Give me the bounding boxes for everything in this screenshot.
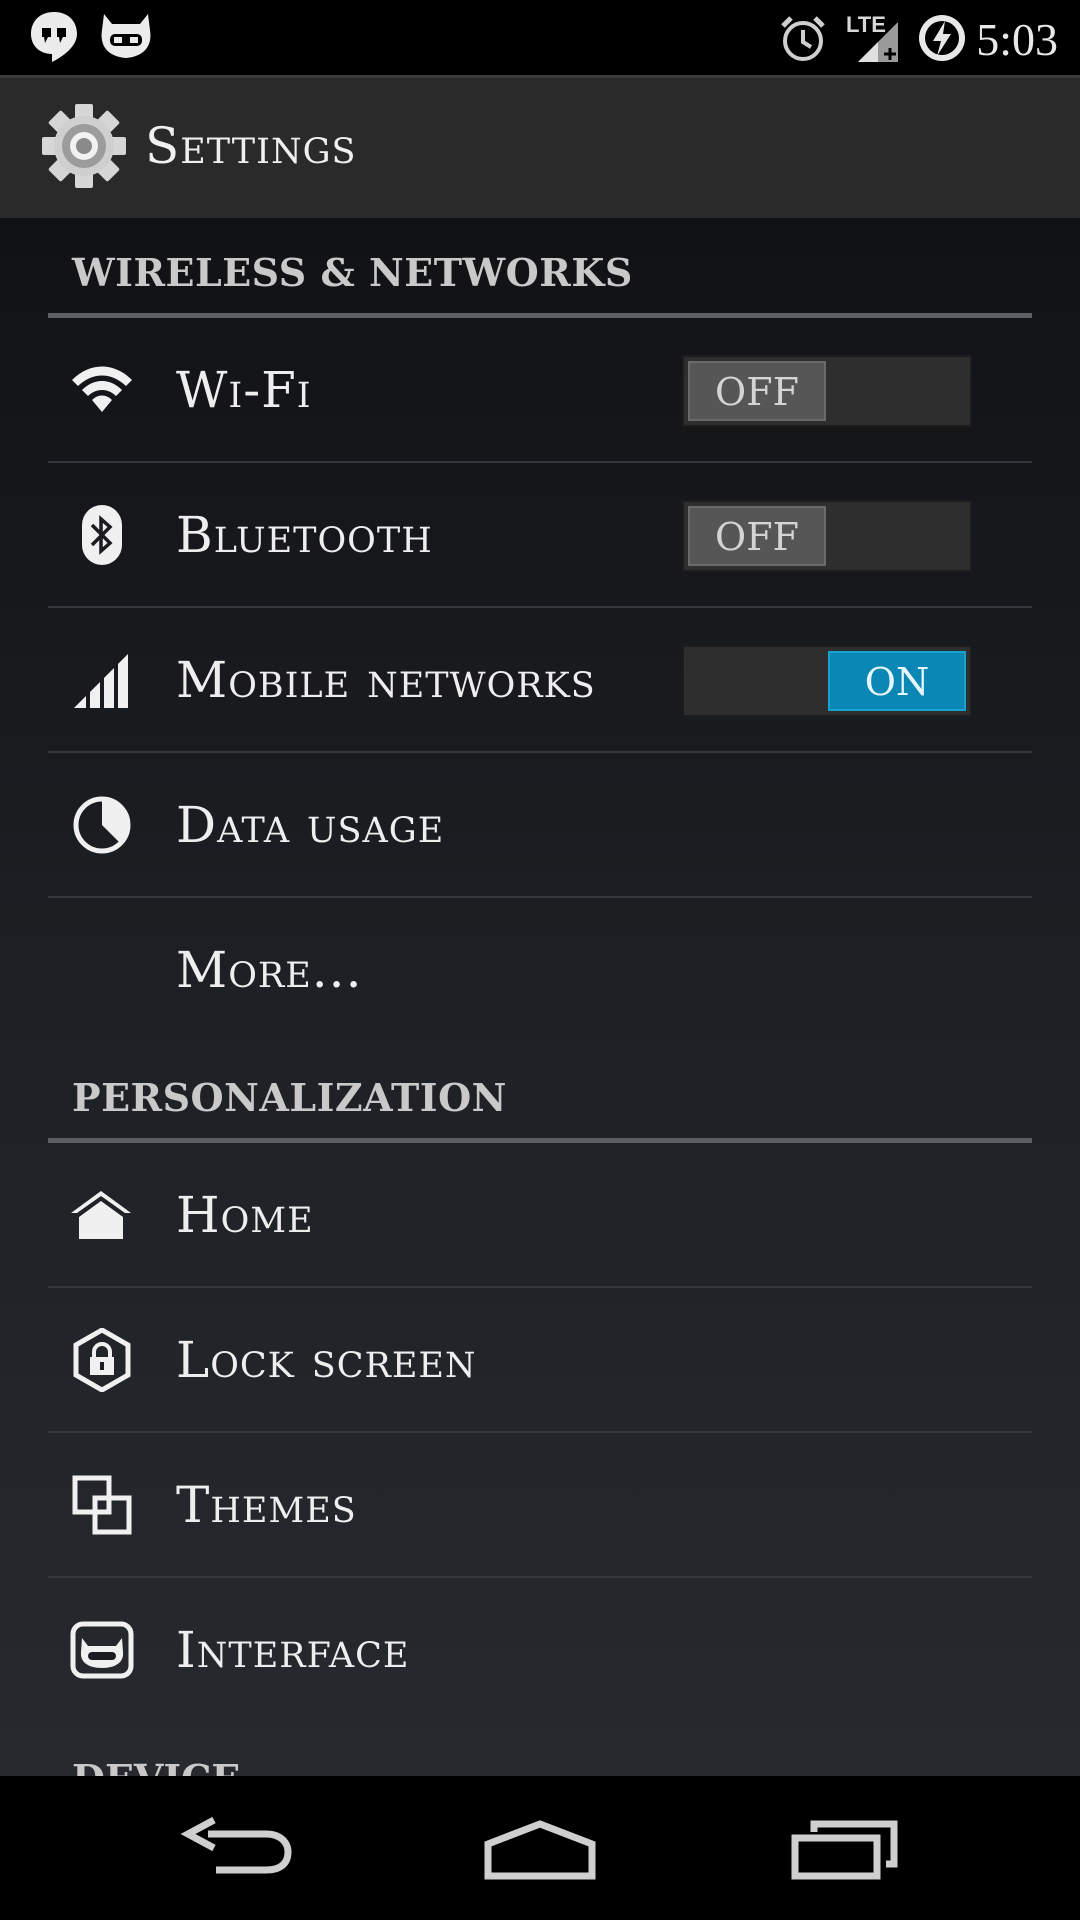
settings-item-home[interactable]: Home (48, 1143, 1032, 1288)
settings-item-label: Lock screen (176, 1331, 477, 1389)
recents-icon[interactable] (790, 1820, 900, 1880)
settings-list[interactable]: WIRELESS & NETWORKS Wi-Fi OFF Bluetooth (0, 218, 1080, 1776)
toggle-thumb: OFF (688, 506, 826, 566)
section-header-label: WIRELESS & NETWORKS (72, 250, 633, 295)
settings-item-label: Mobile networks (176, 651, 596, 709)
settings-screen: LTE 5:03 Settings WIRELESS & NETWORKS Wi… (0, 0, 1080, 1920)
settings-item-bluetooth[interactable]: Bluetooth OFF (48, 463, 1032, 608)
action-bar: Settings (0, 75, 1080, 218)
mobile-networks-toggle[interactable]: ON (682, 645, 972, 717)
section-header-personalization: PERSONALIZATION (48, 1043, 1032, 1143)
toggle-thumb: ON (828, 651, 966, 711)
settings-item-interface[interactable]: Interface (48, 1578, 1032, 1723)
page-title: Settings (145, 117, 357, 175)
lock-icon (73, 1328, 131, 1392)
data-usage-icon (73, 796, 131, 854)
settings-item-wifi[interactable]: Wi-Fi OFF (48, 318, 1032, 463)
navigation-bar (0, 1776, 1080, 1920)
bluetooth-toggle[interactable]: OFF (682, 500, 972, 572)
section-header-wireless-networks: WIRELESS & NETWORKS (48, 218, 1032, 318)
battery-charging-icon (919, 15, 965, 61)
status-bar: LTE 5:03 (0, 0, 1080, 75)
section-header-label: PERSONALIZATION (72, 1075, 507, 1120)
wifi-icon (72, 366, 132, 412)
interface-icon (70, 1621, 134, 1679)
home-icon (71, 1191, 131, 1239)
settings-item-themes[interactable]: Themes (48, 1433, 1032, 1578)
settings-item-more[interactable]: More... (48, 898, 1032, 1043)
hangouts-icon (31, 12, 77, 62)
back-icon[interactable] (180, 1816, 292, 1880)
settings-item-label: Data usage (176, 796, 445, 854)
section-header-device: DEVICE (72, 1756, 240, 1776)
themes-icon (72, 1475, 132, 1535)
settings-item-label: Interface (176, 1621, 410, 1679)
settings-item-lock-screen[interactable]: Lock screen (48, 1288, 1032, 1433)
settings-item-label: Bluetooth (176, 506, 433, 564)
settings-item-data-usage[interactable]: Data usage (48, 753, 1032, 898)
alarm-icon (781, 16, 825, 61)
toggle-thumb: OFF (688, 361, 826, 421)
wifi-toggle[interactable]: OFF (682, 355, 972, 427)
settings-item-mobile-networks[interactable]: Mobile networks ON (48, 608, 1032, 753)
settings-item-label: Wi-Fi (176, 361, 312, 419)
home-nav-icon[interactable] (484, 1818, 596, 1880)
settings-item-label: More... (176, 941, 363, 999)
cyanogenmod-icon (101, 14, 151, 58)
signal-icon (74, 654, 128, 708)
lte-signal-icon: LTE (844, 12, 900, 62)
gear-icon[interactable] (40, 102, 128, 190)
clock: 5:03 (976, 14, 1058, 65)
settings-item-label: Themes (176, 1476, 357, 1534)
bluetooth-icon (82, 505, 122, 565)
settings-item-label: Home (176, 1186, 314, 1244)
